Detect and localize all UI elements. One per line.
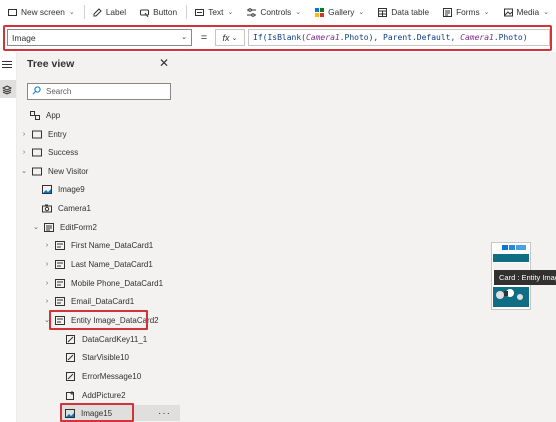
chevron-right-icon[interactable]: ›: [43, 298, 51, 305]
add-picture-icon: [66, 390, 76, 400]
more-options-icon[interactable]: ···: [158, 408, 171, 419]
formula-control-ref: Camera1: [460, 33, 494, 42]
edit-label-icon: [66, 334, 76, 344]
formula-segment: .Photo), Parent.Default,: [339, 33, 461, 42]
edit-label-icon: [66, 352, 76, 362]
formula-segment: .Photo): [493, 33, 528, 42]
text-menu[interactable]: Text ⌄: [188, 0, 240, 24]
edit-label-icon: [66, 371, 76, 381]
chevron-down-icon: ⌄: [483, 9, 490, 16]
tree-item-datacardkey11-1[interactable]: DataCardKey11_1: [66, 331, 147, 347]
tree-item-entry[interactable]: › Entry: [20, 126, 67, 142]
property-dropdown[interactable]: Image ⌄: [7, 29, 192, 46]
app-icon: [30, 110, 40, 120]
forms-icon: [443, 7, 453, 17]
equals-sign: =: [200, 32, 208, 44]
tree-item-camera1[interactable]: Camera1: [42, 200, 91, 216]
tree-item-image9[interactable]: Image9: [42, 181, 85, 197]
label-icon: [93, 7, 102, 17]
search-icon: [32, 86, 41, 95]
chevron-right-icon[interactable]: ›: [20, 149, 28, 156]
datacard-icon: [55, 315, 65, 325]
tree-item-app[interactable]: App: [30, 107, 60, 123]
tree-item-entity-image-datacard2[interactable]: ⌄ Entity Image_DataCard2: [43, 312, 159, 328]
button-button[interactable]: Button: [133, 0, 184, 24]
data-table-button[interactable]: Data table: [371, 0, 436, 24]
camera-icon: [42, 204, 52, 213]
datacard-icon: [55, 296, 65, 306]
search-input[interactable]: Search: [27, 83, 171, 100]
chevron-right-icon[interactable]: ›: [43, 242, 51, 249]
tree-item-new-visitor[interactable]: ⌄ New Visitor: [20, 163, 88, 179]
datacard-icon: [55, 240, 65, 250]
formula-segment: If(IsBlank(: [253, 33, 306, 42]
controls-menu[interactable]: Controls ⌄: [240, 0, 308, 24]
chevron-down-icon: ⌄: [68, 9, 75, 16]
image-icon: [42, 184, 52, 194]
gallery-menu[interactable]: Gallery ⌄: [308, 0, 371, 24]
left-rail: [0, 52, 17, 422]
layers-icon[interactable]: [1, 85, 13, 95]
tree-item-mobile-phone-datacard1[interactable]: › Mobile Phone_DataCard1: [43, 275, 163, 291]
new-screen-icon: [8, 8, 17, 17]
chevron-right-icon[interactable]: ›: [43, 261, 51, 268]
chevron-right-icon[interactable]: ›: [20, 131, 28, 138]
screen-icon: [32, 130, 42, 139]
chevron-down-icon: ⌄: [358, 9, 365, 16]
tree-item-success[interactable]: › Success: [20, 144, 78, 160]
forms-menu[interactable]: Forms ⌄: [436, 0, 496, 24]
formula-input[interactable]: If(IsBlank(Camera1.Photo), Parent.Defaul…: [248, 29, 550, 46]
gallery-icon: [315, 7, 325, 17]
insert-ribbon: New screen ⌄ Label Button Text ⌄ Controls ⌄…: [0, 0, 556, 25]
formula-control-ref: Camera1: [305, 33, 340, 42]
chevron-right-icon[interactable]: ›: [43, 280, 51, 287]
button-icon: [140, 8, 150, 17]
chevron-down-icon: ⌄: [231, 34, 238, 42]
chevron-down-icon[interactable]: ⌄: [20, 167, 28, 175]
tree-item-first-name-datacard1[interactable]: › First Name_DataCard1: [43, 237, 153, 253]
chevron-down-icon[interactable]: ⌄: [32, 223, 40, 231]
data-table-icon: [378, 7, 388, 17]
chevron-down-icon: ⌄: [543, 9, 549, 16]
controls-icon: [247, 7, 257, 17]
design-canvas[interactable]: [181, 52, 556, 422]
card-tooltip: Card : Entity Image: [494, 270, 556, 285]
tree-item-starvisible10[interactable]: StarVisible10: [66, 349, 129, 365]
tree-item-last-name-datacard1[interactable]: › Last Name_DataCard1: [43, 256, 153, 272]
text-icon: [195, 8, 205, 17]
label-button[interactable]: Label: [86, 0, 133, 24]
tree-item-email-datacard1[interactable]: › Email_DataCard1: [43, 293, 134, 309]
hamburger-menu-icon[interactable]: [2, 59, 12, 70]
form-icon: [44, 222, 54, 232]
media-menu[interactable]: Media ⌄: [497, 0, 556, 24]
datacard-icon: [55, 278, 65, 288]
chevron-down-icon: ⌄: [227, 9, 234, 16]
tree-item-errormessage10[interactable]: ErrorMessage10: [66, 368, 141, 384]
new-screen-button[interactable]: New screen ⌄: [0, 0, 82, 24]
tree-item-addpicture2[interactable]: AddPicture2: [66, 387, 126, 403]
close-icon[interactable]: ✕: [159, 56, 169, 70]
media-icon: [503, 8, 513, 17]
fx-icon: fx: [222, 32, 230, 43]
screen-icon: [32, 167, 42, 176]
chevron-down-icon: ⌄: [181, 34, 187, 41]
datacard-icon: [55, 259, 65, 269]
fx-button[interactable]: fx ⌄: [215, 29, 245, 46]
tree-item-editform2[interactable]: ⌄ EditForm2: [32, 219, 97, 235]
tree-view-title: Tree view: [27, 58, 75, 70]
image-icon: [65, 408, 75, 418]
screen-icon: [32, 148, 42, 157]
chevron-down-icon[interactable]: ⌄: [43, 316, 51, 324]
chevron-down-icon: ⌄: [295, 9, 302, 16]
